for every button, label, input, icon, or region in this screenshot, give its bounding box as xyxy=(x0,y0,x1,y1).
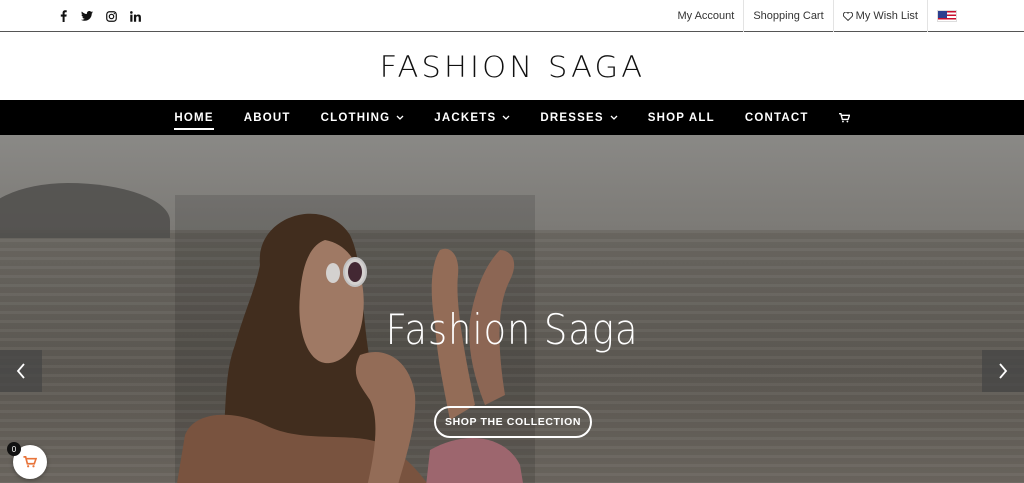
heart-icon xyxy=(842,11,853,21)
shop-collection-button[interactable]: SHOP THE COLLECTION xyxy=(434,406,592,438)
site-logo[interactable]: FASHION SAGA xyxy=(379,50,645,84)
instagram-icon[interactable] xyxy=(104,9,118,23)
nav-item-shop-all[interactable]: SHOP ALL xyxy=(648,100,715,135)
nav-label: DRESSES xyxy=(540,111,604,124)
twitter-icon[interactable] xyxy=(80,9,94,23)
nav-cart[interactable] xyxy=(838,100,850,135)
nav-label: HOME xyxy=(174,111,214,124)
linkedin-icon[interactable] xyxy=(128,9,142,23)
header-logo-area: FASHION SAGA xyxy=(0,33,1024,100)
nav-item-dresses[interactable]: DRESSES xyxy=(540,100,618,135)
chevron-down-icon xyxy=(610,115,618,120)
facebook-icon[interactable] xyxy=(56,9,70,23)
chevron-left-icon xyxy=(16,363,25,379)
cart-icon xyxy=(23,456,37,468)
cart-count-badge: 0 xyxy=(7,442,21,456)
main-nav: HOME ABOUT CLOTHING JACKETS DRESSES SHOP… xyxy=(0,100,1024,135)
cart-icon xyxy=(838,112,850,122)
nav-label: JACKETS xyxy=(434,111,497,124)
nav-item-jackets[interactable]: JACKETS xyxy=(434,100,510,135)
nav-label: ABOUT xyxy=(243,111,291,124)
shopping-cart-link[interactable]: Shopping Cart xyxy=(743,0,832,32)
social-links xyxy=(56,0,142,32)
slider-prev-button[interactable] xyxy=(0,350,42,392)
chevron-down-icon xyxy=(502,115,510,120)
top-bar: My Account Shopping Cart My Wish List xyxy=(0,0,1024,32)
hero-title: Fashion Saga xyxy=(385,305,639,354)
nav-item-home[interactable]: HOME xyxy=(174,100,215,135)
wish-list-link[interactable]: My Wish List xyxy=(832,0,927,32)
slider-next-button[interactable] xyxy=(982,350,1024,392)
nav-label: SHOP ALL xyxy=(647,111,715,124)
chevron-right-icon xyxy=(999,363,1008,379)
us-flag-icon xyxy=(937,10,957,22)
nav-label: CONTACT xyxy=(744,111,809,124)
nav-label: CLOTHING xyxy=(320,111,391,124)
nav-item-contact[interactable]: CONTACT xyxy=(745,100,809,135)
nav-item-clothing[interactable]: CLOTHING xyxy=(321,100,405,135)
account-links: My Account Shopping Cart My Wish List xyxy=(668,0,966,32)
chevron-down-icon xyxy=(396,115,404,120)
wish-list-label: My Wish List xyxy=(855,10,918,22)
nav-item-about[interactable]: ABOUT xyxy=(244,100,291,135)
language-selector[interactable] xyxy=(927,0,966,32)
my-account-link[interactable]: My Account xyxy=(668,0,743,32)
hero-slider: Fashion Saga SHOP THE COLLECTION xyxy=(0,135,1024,483)
